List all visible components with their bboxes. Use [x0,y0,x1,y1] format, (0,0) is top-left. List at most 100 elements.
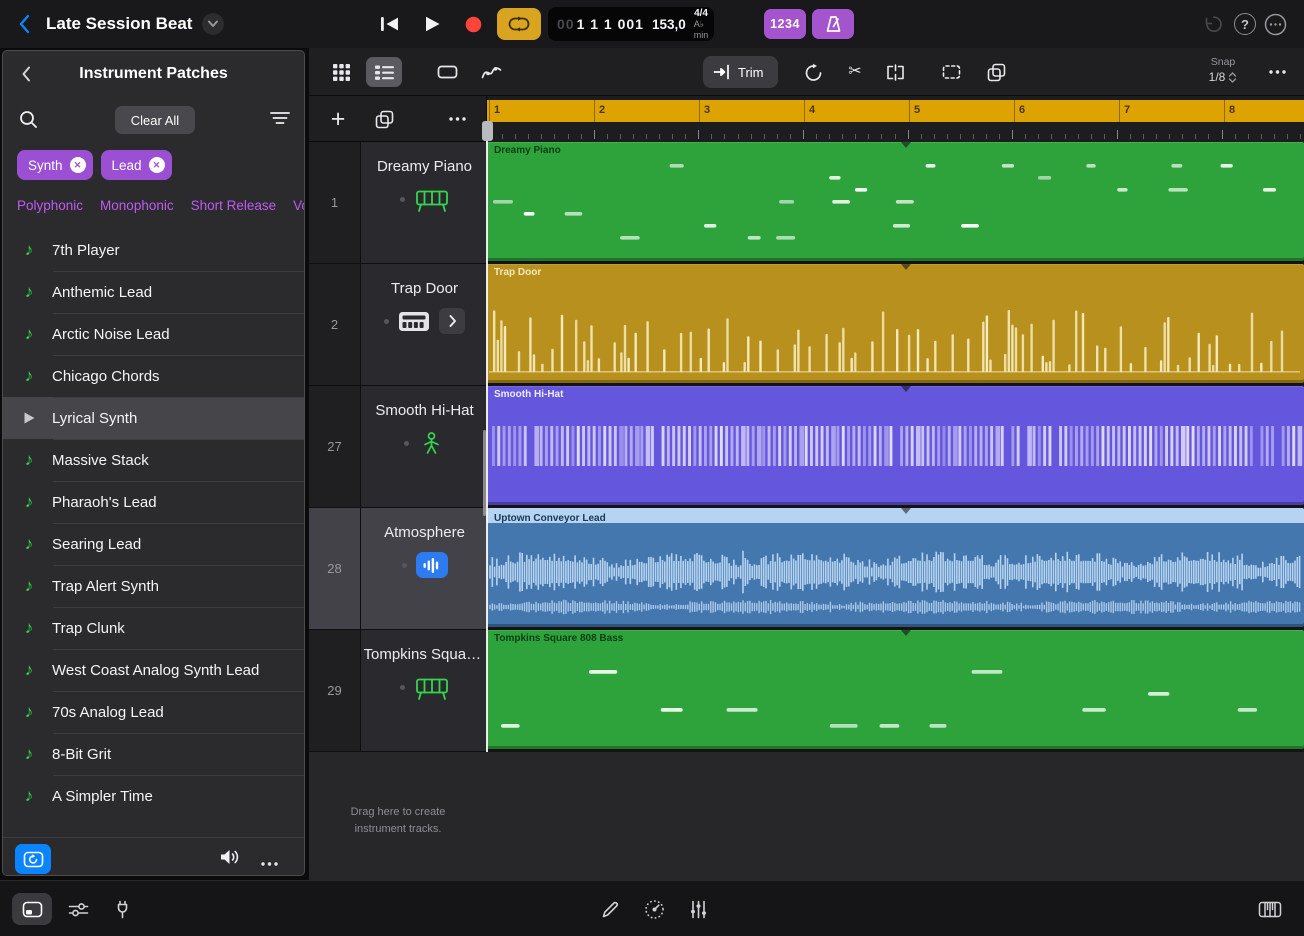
plugins-button[interactable] [102,893,142,925]
play-icon [19,411,39,425]
split-tool-button[interactable] [877,57,913,87]
play-button[interactable] [415,7,449,41]
patch-item-west-coast-analog-synth-lead[interactable]: ♪ West Coast Analog Synth Lead [3,649,304,691]
region-tool-button[interactable] [429,57,465,87]
marquee-tool-button[interactable] [933,57,969,87]
lcd-position-leading-zeros: 00 [557,16,575,32]
track-header-smooth-hi-hat[interactable]: 27 Smooth Hi-Hat [309,386,487,508]
category-monophonic[interactable]: Monophonic [100,198,174,213]
cycle-region[interactable]: 1 2 3 4 5 6 7 8 [487,100,1304,122]
patch-item-arctic-noise-lead[interactable]: ♪ Arctic Noise Lead [3,313,304,355]
patches-more-button[interactable] [261,853,278,871]
patch-item-label: Anthemic Lead [52,283,153,301]
trim-label: Trim [738,64,764,80]
track-header-trap-door[interactable]: 2 Trap Door [309,264,487,386]
count-in-button[interactable]: 1234 [764,9,806,39]
live-loops-grid-button[interactable] [323,57,359,87]
patch-item-label: Searing Lead [52,535,142,553]
remove-tag-icon[interactable]: ✕ [148,157,165,173]
timeline-ruler[interactable]: 1 2 3 4 5 6 7 8 [487,96,1304,142]
filter-tag-label: Synth [28,157,63,173]
tempo-button[interactable] [634,893,674,925]
track-disclosure-button[interactable] [439,308,465,334]
skip-to-beginning-button[interactable] [372,7,406,41]
patch-item-label: A Simpler Time [52,787,153,805]
record-button[interactable] [456,7,490,41]
trim-tool-button[interactable]: Trim [703,56,778,88]
clear-all-button[interactable]: Clear All [115,106,195,134]
topbar-more-button[interactable] [1258,7,1292,41]
patch-item-label: Trap Alert Synth [52,577,159,595]
undo-button[interactable] [1196,7,1230,41]
region-loop-marker [901,630,911,636]
category-voi[interactable]: Voi [293,198,304,213]
search-icon[interactable] [19,110,38,134]
snap-label: Snap [1210,56,1236,68]
track-lane: Tompkins Square 808 Bass [487,630,1304,752]
patch-item-searing-lead[interactable]: ♪ Searing Lead [3,523,304,565]
scissors-tool-button[interactable]: ✂ [837,57,873,87]
project-menu-button[interactable] [202,13,224,35]
automation-button[interactable] [473,57,509,87]
keyboard-button[interactable] [1250,893,1290,925]
playhead [486,141,488,752]
cycle-button[interactable] [497,8,541,40]
track-header-dreamy-piano[interactable]: 1 Dreamy Piano [309,142,487,264]
music-note-icon: ♪ [24,450,34,469]
filter-tag-synth[interactable]: Synth ✕ [17,150,93,180]
patch-item-chicago-chords[interactable]: ♪ Chicago Chords [3,355,304,397]
loop-tool-button[interactable] [795,57,831,87]
remove-tag-icon[interactable]: ✕ [69,157,86,173]
region-smooth-hi-hat[interactable]: Smooth Hi-Hat [487,386,1304,505]
track-lane: Trap Door [487,264,1304,386]
music-note-icon: ♪ [24,282,34,301]
snap-control[interactable]: Snap 1/8 [1194,56,1252,85]
back-button[interactable] [14,13,34,35]
patch-item-label: West Coast Analog Synth Lead [52,661,260,679]
patch-item-trap-alert-synth[interactable]: ♪ Trap Alert Synth [3,565,304,607]
patch-loop-button[interactable] [15,844,51,874]
patch-item-70s-analog-lead[interactable]: ♪ 70s Analog Lead [3,691,304,733]
region-uptown-conveyor-lead[interactable]: Uptown Conveyor Lead [487,508,1304,627]
patches-back-button[interactable] [15,63,37,85]
browser-button[interactable] [12,893,52,925]
track-scrollbar[interactable] [483,430,486,516]
patch-item-anthemic-lead[interactable]: ♪ Anthemic Lead [3,271,304,313]
category-polyphonic[interactable]: Polyphonic [17,198,83,213]
patch-item-8-bit-grit[interactable]: ♪ 8-Bit Grit [3,733,304,775]
track-header-tompkins-square-808-bass[interactable]: 29Tompkins Square 808 Bass [309,630,487,752]
patch-item-massive-stack[interactable]: ♪ Massive Stack [3,439,304,481]
ruler-bar-number: 1 [494,104,501,116]
region-content [489,310,1300,373]
filter-icon[interactable] [270,111,290,130]
patch-item-lyrical-synth[interactable]: Lyrical Synth [3,397,304,439]
lcd-display[interactable]: 00 1 1 1 001 153,0 4/4 A♭ min [548,7,714,41]
patch-item-trap-clunk[interactable]: ♪ Trap Clunk [3,607,304,649]
copy-tool-button[interactable] [978,57,1014,87]
playhead-handle[interactable] [482,121,493,141]
track-header-more-button[interactable] [442,104,472,134]
region-tompkins-square-808-bass[interactable]: Tompkins Square 808 Bass [487,630,1304,749]
filter-tag-lead[interactable]: Lead ✕ [100,150,172,180]
tracks-view-button[interactable] [366,57,402,87]
patch-item-a-simpler-time[interactable]: ♪ A Simpler Time [3,775,304,817]
category-short-release[interactable]: Short Release [191,198,277,213]
preview-volume-icon[interactable] [219,848,241,871]
patch-item-7th-player[interactable]: ♪ 7th Player [3,229,304,271]
edit-pencil-button[interactable] [590,893,630,925]
track-header-atmosphere[interactable]: 28 Atmosphere [309,508,487,630]
region-trap-door[interactable]: Trap Door [487,264,1304,383]
mix-controls-button[interactable] [678,893,718,925]
duplicate-track-button[interactable] [369,104,399,134]
add-track-button[interactable]: + [323,104,353,134]
region-dreamy-piano[interactable]: Dreamy Piano [487,142,1304,261]
empty-track-area: Drag here to create instrument tracks. [309,752,1304,880]
piano-icon [414,186,450,213]
music-note-icon: ♪ [24,324,34,343]
patch-item-pharaoh-s-lead[interactable]: ♪ Pharaoh's Lead [3,481,304,523]
mixer-button[interactable] [58,893,98,925]
toolbar-more-button[interactable] [1259,57,1295,87]
metronome-button[interactable] [812,9,854,39]
help-button[interactable]: ? [1234,13,1256,35]
lcd-signature: 4/4 A♭ min [694,8,709,40]
